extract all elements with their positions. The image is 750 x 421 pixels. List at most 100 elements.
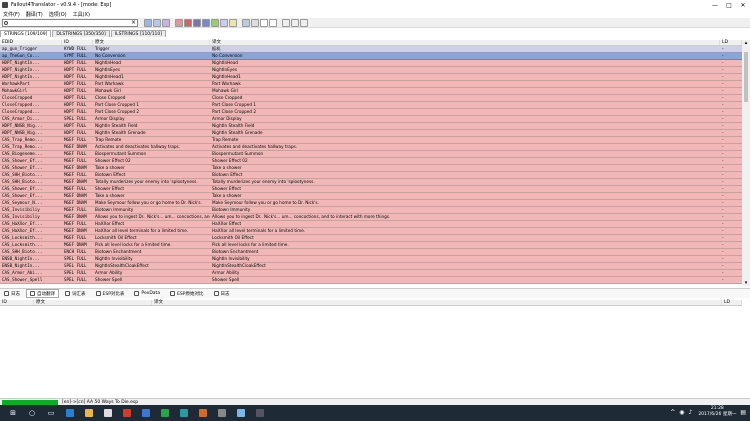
tab-dlstrings[interactable]: DLSTRINGS [350/350] <box>52 30 110 37</box>
column-source[interactable]: 原文 <box>93 40 210 45</box>
table-row[interactable]: CAS_Shower_Ef... MGEF DNAM Take a shower Ta… <box>0 165 742 172</box>
table-row[interactable]: CAS_HaXXor_Ef... MGEF DNAM HaXXor all leve… <box>0 228 742 235</box>
column-id[interactable]: ID <box>62 40 93 45</box>
delete-icon[interactable] <box>260 18 268 27</box>
table-row[interactable]: CAS_Armor_Di... SPEL FULL Armor Display Arm… <box>0 116 742 123</box>
search-input[interactable] <box>7 19 127 26</box>
filter-lightblue-icon[interactable] <box>202 18 210 27</box>
table-row[interactable]: CAS_Trap_Remo... MGEF FULL Trap Remote Trap… <box>0 137 742 144</box>
filter-funnel-icon[interactable] <box>229 18 237 27</box>
table-row[interactable]: CloseCropped HDPT FULL Close Cropped Close … <box>0 95 742 102</box>
table-row[interactable]: HDPT_NNSB_Nig... HDPT FULL NightIn Stealth… <box>0 130 742 137</box>
pointer-icon[interactable] <box>242 18 250 27</box>
table-row[interactable]: MohawkGirl HDPT FULL Mohawk Girl Mohawk Gir… <box>0 88 742 95</box>
lower-column-target[interactable]: 译文 <box>152 300 722 305</box>
start-icon[interactable]: ⊞ <box>7 407 19 419</box>
explorer-icon[interactable] <box>83 407 95 419</box>
table-row[interactable]: CAS_Invisibiliy MGEF FULL Biotown Immunity… <box>0 207 742 214</box>
app-red-icon[interactable] <box>121 407 133 419</box>
scroll-thumb[interactable] <box>744 52 748 102</box>
table-row[interactable]: ENSB_NightIn... SPEL FULL NightIn Invisibi… <box>0 256 742 263</box>
scroll-down-icon[interactable]: ▾ <box>742 280 750 286</box>
tab-ilstrings[interactable]: ILSTRINGS [110/110] <box>110 30 167 37</box>
table-row[interactable]: ENSB_NightIn... SPEL FULL NightInStealthCl… <box>0 263 742 270</box>
app-lightblue-icon[interactable] <box>235 407 247 419</box>
translator-task-icon[interactable] <box>254 407 266 419</box>
table-row[interactable]: CAS_Invisibiliy MGEF DNAM Allows you to in… <box>0 214 742 221</box>
filter-red-icon[interactable] <box>175 18 183 27</box>
notification-icon[interactable]: ▤ <box>740 409 746 416</box>
view-list-icon[interactable] <box>153 18 161 27</box>
find-icon[interactable] <box>300 18 308 27</box>
table-row[interactable]: ap_gun_Trigger KYWD FULL Trigger 扳机 - <box>0 46 742 53</box>
table-row[interactable]: CAS_SHH_Bioto... MGEF DNAM Totally murderi… <box>0 179 742 186</box>
table-row[interactable]: CAS_Shower_Ef... MGEF DNAM Take a shower Ta… <box>0 193 742 200</box>
import-icon[interactable] <box>291 18 299 27</box>
table-row[interactable]: CAS_Shower_Ef... MGEF FULL Shower Effect 0… <box>0 158 742 165</box>
lower-column-source[interactable]: 原文 <box>34 300 152 305</box>
zoom-icon[interactable] <box>220 18 228 27</box>
search-taskbar-icon[interactable]: ○ <box>26 407 38 419</box>
table-row[interactable]: CAS_Shower_Spell SPEL FULL Shower Spell Sho… <box>0 277 742 284</box>
table-row[interactable]: CAS_Locksmith... MGEF DNAM Pick all level … <box>0 242 742 249</box>
panel-tab-1[interactable]: 自动翻译 <box>26 289 59 298</box>
menu-file[interactable]: 文件(F) <box>0 11 23 18</box>
scroll-up-icon[interactable]: ▴ <box>742 40 750 46</box>
table-row[interactable]: CAS_Trap_Remo... MGEF DNAM Activates and d… <box>0 144 742 151</box>
panel-tab-3[interactable]: ESP对比表 <box>92 289 129 298</box>
tray-chevron-icon[interactable]: ^ <box>670 409 675 416</box>
edge-icon[interactable] <box>64 407 76 419</box>
table-row[interactable]: CAS_HaXXor_Ef... MGEF FULL HaXXor Effect Ha… <box>0 221 742 228</box>
task-view-icon[interactable]: ▭ <box>45 407 57 419</box>
fullscreen-icon[interactable] <box>269 18 277 27</box>
panel-tab-0[interactable]: 日志 <box>0 289 24 298</box>
network-icon[interactable]: ◉ <box>679 409 684 416</box>
clear-search-icon[interactable]: × <box>131 19 136 26</box>
view-split-icon[interactable] <box>162 18 170 27</box>
filter-green-icon[interactable] <box>211 18 219 27</box>
table-row[interactable]: CAS_SHH_Bioto... MGEF FULL Biotown Effect B… <box>0 172 742 179</box>
close-button[interactable]: ✕ <box>736 0 750 10</box>
panel-tab-5[interactable]: ESP原始对比 <box>166 289 207 298</box>
filter-blue-icon[interactable] <box>193 18 201 27</box>
app-orange-icon[interactable] <box>197 407 209 419</box>
table-row[interactable]: CloseCropped... HDPT FULL Part Close Cropp… <box>0 102 742 109</box>
lower-column-id[interactable]: ID <box>0 300 34 305</box>
table-row[interactable]: CAS_Locksmith... MGEF FULL Locksmith Oil E… <box>0 235 742 242</box>
table-row[interactable]: CAS_Biogeneme... MGEF FULL Biosperrnutant … <box>0 151 742 158</box>
menu-options[interactable]: 选项(O) <box>46 11 70 18</box>
panel-tab-6[interactable]: 日志 <box>210 289 234 298</box>
table-row[interactable]: ap_TheGun_Co... SYMT FULL No Conversion No … <box>0 53 742 60</box>
table-row[interactable]: CAS_Seymour_N... MGEF DNAM Make Seymour fo… <box>0 200 742 207</box>
table-row[interactable]: CAS_Shower_Ef... MGEF FULL Shower Effect Sh… <box>0 186 742 193</box>
panel-tab-4[interactable]: PexData <box>130 289 164 298</box>
table-row[interactable]: HDPT_NNSB_Nig... HDPT FULL NightIn Stealth… <box>0 123 742 130</box>
table-row[interactable]: WarhawkPart HDPT FULL Part Warhawk Part War… <box>0 81 742 88</box>
app-blue-icon[interactable] <box>140 407 152 419</box>
column-edid[interactable]: EDID <box>0 40 62 45</box>
table-row[interactable]: CloseCropped... HDPT FULL Part Close Cropp… <box>0 109 742 116</box>
table-row[interactable]: HDPT_NightIn... HDPT FULL NightInHead1 Nigh… <box>0 74 742 81</box>
column-ld[interactable]: LD <box>720 40 742 45</box>
clock[interactable]: 21:28 2017/6/26 星期一 <box>698 406 736 418</box>
panel-tab-2[interactable]: 词汇表 <box>61 289 90 298</box>
lower-column-ld[interactable]: LD <box>722 300 742 305</box>
store-icon[interactable] <box>102 407 114 419</box>
table-row[interactable]: CAS_SHH_Bioto... ENCH FULL Biotown Enchant… <box>0 249 742 256</box>
app-gray-icon[interactable] <box>216 407 228 419</box>
app-green-icon[interactable] <box>159 407 171 419</box>
table-row[interactable]: HDPT_NightIn... HDPT FULL NightInEyes Night… <box>0 67 742 74</box>
grid-scrollbar[interactable]: ▴ ▾ <box>742 40 750 286</box>
table-row[interactable]: CAS_Armor_Abi... SPEL FULL Armor Ability Ar… <box>0 270 742 277</box>
tab-strings[interactable]: STRINGS [109/109] <box>0 30 52 37</box>
table-row[interactable]: HDPT_NightIn... HDPT FULL NightInHead Night… <box>0 60 742 67</box>
edit-icon[interactable] <box>251 18 259 27</box>
view-grid-icon[interactable] <box>144 18 152 27</box>
minimize-button[interactable]: — <box>708 0 722 10</box>
menu-tools[interactable]: 工具(X) <box>70 11 93 18</box>
menu-translate[interactable]: 翻译(T) <box>23 11 46 18</box>
export-icon[interactable] <box>282 18 290 27</box>
maximize-button[interactable]: □ <box>722 0 736 10</box>
filter-dark-red-icon[interactable] <box>184 18 192 27</box>
volume-icon[interactable]: ♪ <box>688 409 692 416</box>
